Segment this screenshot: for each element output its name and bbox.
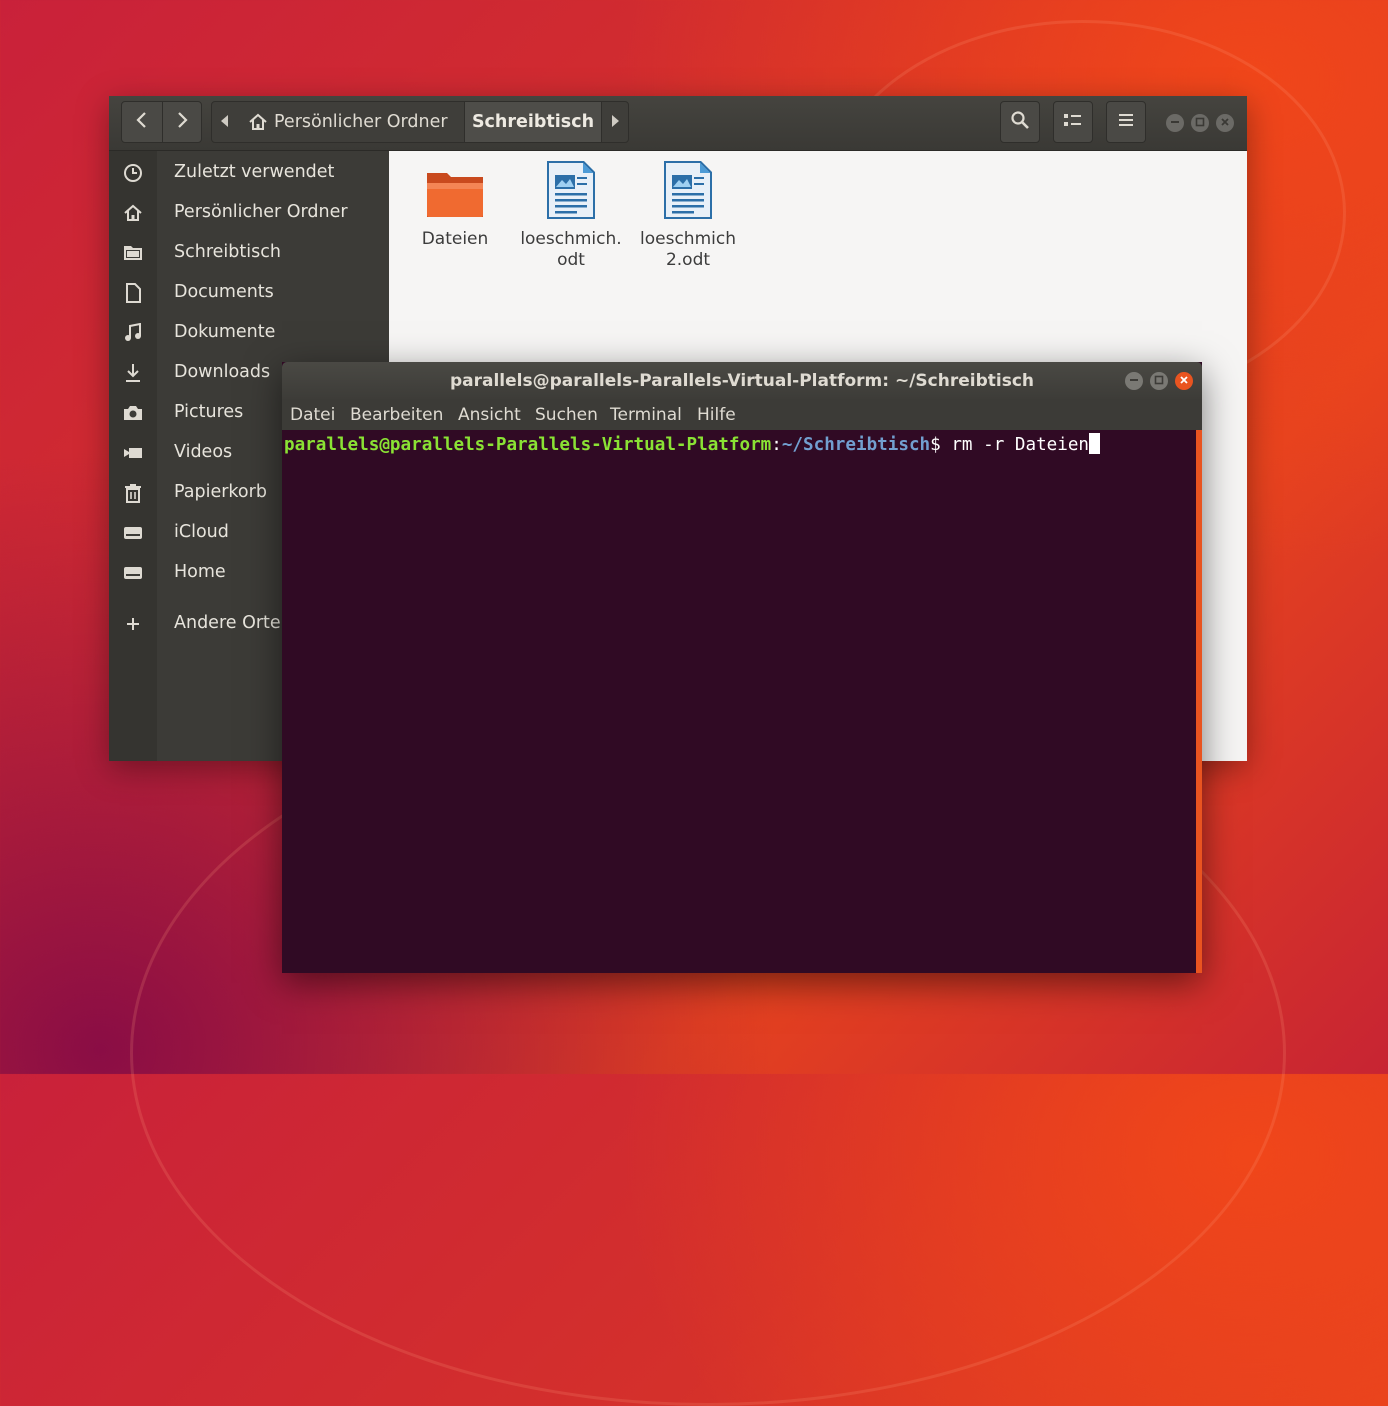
path-scroll-right-button[interactable] xyxy=(602,102,628,142)
sidebar-item-label: iCloud xyxy=(174,522,229,542)
path-crumb-home-label: Persönlicher Ordner xyxy=(274,112,448,132)
path-crumb-home[interactable]: Persönlicher Ordner xyxy=(248,102,464,142)
drive-icon xyxy=(121,562,145,584)
menu-datei[interactable]: Datei xyxy=(290,405,335,425)
menu-suchen[interactable]: Suchen xyxy=(535,405,598,425)
terminal-titlebar[interactable]: parallels@parallels-Parallels-Virtual-Pl… xyxy=(282,362,1202,399)
file-name-line: odt xyxy=(557,250,585,270)
clock-icon xyxy=(121,162,145,184)
list-view-icon xyxy=(1063,112,1083,132)
chevron-left-icon xyxy=(135,111,149,133)
sidebar-item-dokumente[interactable]: Dokumente xyxy=(109,313,389,353)
drive-icon xyxy=(121,522,145,544)
terminal-scrollbar[interactable] xyxy=(1196,430,1202,973)
menu-button[interactable] xyxy=(1106,101,1146,143)
chevron-right-icon xyxy=(175,111,189,133)
hamburger-menu-icon xyxy=(1117,112,1135,132)
typed-command: rm -r Dateien xyxy=(951,435,1090,455)
music-icon xyxy=(121,322,145,344)
sidebar-item-label: Videos xyxy=(174,442,233,462)
text-cursor xyxy=(1089,433,1101,454)
prompt-user-host: parallels@parallels-Parallels-Virtual-Pl… xyxy=(284,435,772,455)
odt-document-icon xyxy=(544,159,598,225)
sidebar-item-label: Downloads xyxy=(174,362,271,382)
menu-ansicht[interactable]: Ansicht xyxy=(458,405,521,425)
close-icon xyxy=(1179,375,1189,388)
maximize-icon xyxy=(1195,117,1205,130)
plus-icon xyxy=(121,613,145,635)
path-crumb-current-label: Schreibtisch xyxy=(471,112,595,132)
minimize-button[interactable] xyxy=(1125,372,1143,390)
maximize-button[interactable] xyxy=(1191,114,1209,132)
file-item-folder[interactable]: Dateien xyxy=(400,159,510,250)
download-icon xyxy=(121,362,145,384)
sidebar-item-label: Schreibtisch xyxy=(174,242,281,262)
sidebar-item-label: Documents xyxy=(174,282,274,302)
triangle-left-icon xyxy=(221,112,229,132)
terminal-output[interactable]: parallels@parallels-Parallels-Virtual-Pl… xyxy=(282,430,1196,973)
menu-hilfe[interactable]: Hilfe xyxy=(697,405,736,425)
video-icon xyxy=(121,442,145,464)
file-manager-headerbar: Persönlicher Ordner Schreibtisch xyxy=(109,96,1247,151)
path-bar: Persönlicher Ordner Schreibtisch xyxy=(211,101,629,143)
close-button[interactable] xyxy=(1216,114,1234,132)
back-button[interactable] xyxy=(121,101,163,143)
sidebar-item-label: Papierkorb xyxy=(174,482,267,502)
close-button[interactable] xyxy=(1175,372,1193,390)
terminal-command-line: parallels@parallels-Parallels-Virtual-Pl… xyxy=(284,433,1101,455)
sidebar-item-recent[interactable]: Zuletzt verwendet xyxy=(109,153,389,193)
view-mode-button[interactable] xyxy=(1053,101,1093,143)
maximize-icon xyxy=(1154,375,1164,388)
menu-terminal[interactable]: Terminal xyxy=(610,405,682,425)
terminal-window[interactable]: parallels@parallels-Parallels-Virtual-Pl… xyxy=(282,362,1202,973)
sidebar-item-documents[interactable]: Documents xyxy=(109,273,389,313)
sidebar-item-label: Zuletzt verwendet xyxy=(174,162,335,182)
folder-icon xyxy=(425,169,485,223)
prompt-symbol: $ xyxy=(930,435,952,455)
file-item-odt[interactable]: loeschmich 2.odt xyxy=(633,159,743,271)
search-button[interactable] xyxy=(1000,101,1040,143)
sidebar-item-home[interactable]: Persönlicher Ordner xyxy=(109,193,389,233)
file-name-line: Dateien xyxy=(421,229,489,249)
sidebar-item-label: Dokumente xyxy=(174,322,276,342)
menu-bearbeiten[interactable]: Bearbeiten xyxy=(350,405,443,425)
minimize-icon xyxy=(1129,375,1139,388)
search-icon xyxy=(1010,110,1030,134)
close-icon xyxy=(1220,117,1230,130)
prompt-separator: : xyxy=(771,435,782,455)
home-icon xyxy=(248,113,268,131)
file-name-line: 2.odt xyxy=(665,250,711,270)
file-name-line: loeschmich xyxy=(640,229,736,249)
forward-button[interactable] xyxy=(162,101,202,143)
odt-document-icon xyxy=(661,159,715,225)
sidebar-item-desktop[interactable]: Schreibtisch xyxy=(109,233,389,273)
path-scroll-left-button[interactable] xyxy=(212,102,238,142)
maximize-button[interactable] xyxy=(1150,372,1168,390)
file-name-line: loeschmich. xyxy=(520,229,622,249)
triangle-right-icon xyxy=(611,112,619,132)
document-icon xyxy=(121,282,145,304)
home-icon xyxy=(121,202,145,224)
terminal-menubar: Datei Bearbeiten Ansicht Suchen Terminal… xyxy=(282,399,1202,430)
terminal-title: parallels@parallels-Parallels-Virtual-Pl… xyxy=(449,371,1035,391)
minimize-icon xyxy=(1170,117,1180,130)
sidebar-item-label: Home xyxy=(174,562,226,582)
folder-icon xyxy=(121,242,145,264)
path-crumb-current[interactable]: Schreibtisch xyxy=(464,102,602,142)
file-item-odt[interactable]: loeschmich. odt xyxy=(516,159,626,271)
prompt-path: ~/Schreibtisch xyxy=(781,435,931,455)
camera-icon xyxy=(121,402,145,424)
sidebar-item-label: Pictures xyxy=(174,402,244,422)
sidebar-item-label: Andere Orte xyxy=(174,613,281,633)
trash-icon xyxy=(121,482,145,504)
sidebar-item-label: Persönlicher Ordner xyxy=(174,202,348,222)
minimize-button[interactable] xyxy=(1166,114,1184,132)
